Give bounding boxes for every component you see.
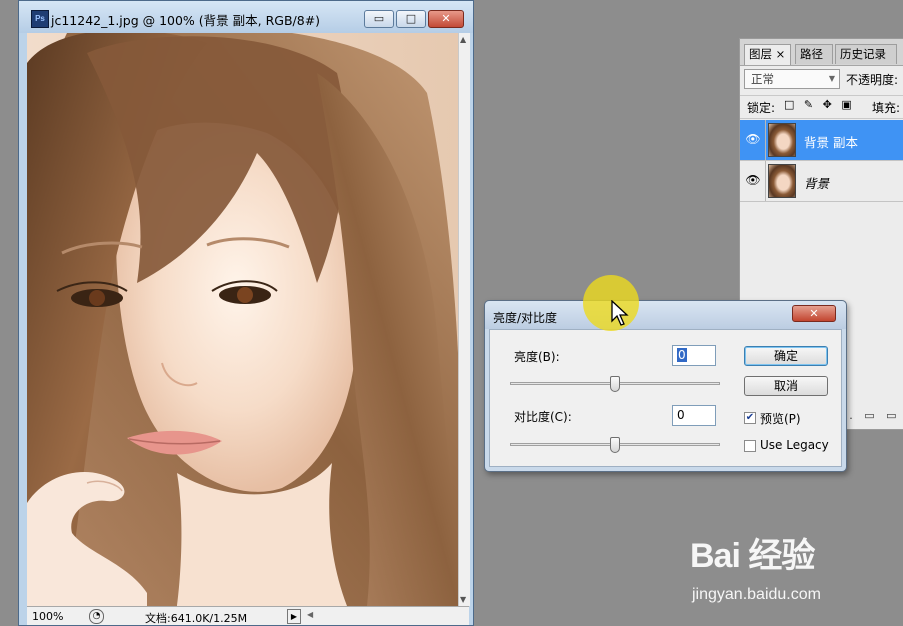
maximize-button[interactable]: □ [396, 10, 426, 28]
mouse-cursor-icon [611, 300, 629, 326]
cancel-button[interactable]: 取消 [744, 376, 828, 396]
lock-options-icon[interactable]: □ ✎ ✥ ▣ [784, 98, 855, 111]
image-canvas[interactable] [27, 33, 458, 606]
baidu-watermark: Bai 经验 jingyan.baidu.com [690, 528, 890, 608]
tab-paths[interactable]: 路径 [795, 44, 833, 64]
blend-mode-select[interactable]: 正常 ▼ [744, 69, 840, 89]
lock-label: 锁定: [747, 101, 776, 115]
zoom-level[interactable]: 100% [32, 610, 63, 623]
layer-thumbnail [768, 123, 796, 157]
tab-history[interactable]: 历史记录 [835, 44, 897, 64]
brightness-contrast-dialog: 亮度/对比度 ✕ 亮度(B): 0 对比度(C): 0 确定 取消 ✔ 预览(P… [484, 300, 847, 472]
minimize-button[interactable]: ▭ [364, 10, 394, 28]
scroll-left-icon[interactable]: ◀ [307, 610, 313, 619]
watermark-url: jingyan.baidu.com [692, 586, 821, 603]
watermark-brand: Bai 经验 [690, 537, 815, 575]
preview-label: 预览(P) [760, 412, 801, 426]
opacity-label: 不透明度: [846, 73, 899, 87]
dialog-close-button[interactable]: ✕ [792, 305, 836, 322]
layer-name: 背景 [804, 176, 830, 191]
layer-row-background[interactable]: 👁 背景 [740, 161, 903, 202]
document-title-bar[interactable]: Ps jc11242_1.jpg @ 100% (背景 副本, RGB/8#) … [19, 1, 473, 33]
brightness-value: 0 [677, 348, 687, 362]
dialog-body: 亮度(B): 0 对比度(C): 0 确定 取消 ✔ 预览(P) Use Leg… [489, 329, 842, 467]
tab-layers[interactable]: 图层 × [744, 44, 791, 65]
brightness-input[interactable]: 0 [672, 345, 716, 366]
brightness-label: 亮度(B): [514, 350, 560, 364]
portrait-photo [27, 33, 458, 606]
eye-icon[interactable]: 👁 [744, 132, 762, 146]
document-title: jc11242_1.jpg @ 100% (背景 副本, RGB/8#) [51, 13, 321, 28]
status-info-icon[interactable]: ◔ [89, 609, 104, 624]
scroll-down-icon[interactable]: ▼ [460, 595, 466, 604]
contrast-value: 0 [677, 408, 685, 422]
brightness-slider-handle[interactable] [610, 376, 620, 392]
layer-name: 背景 副本 [804, 135, 858, 150]
contrast-slider-handle[interactable] [610, 437, 620, 453]
close-button[interactable]: ✕ [428, 10, 464, 28]
divider [765, 161, 766, 201]
contrast-input[interactable]: 0 [672, 405, 716, 426]
layer-row-background-copy[interactable]: 👁 背景 副本 [740, 120, 903, 161]
use-legacy-checkbox[interactable] [744, 440, 756, 452]
status-bar: 100% ◔ 文档:641.0K/1.25M ▶ ◀ [27, 606, 469, 625]
contrast-label: 对比度(C): [514, 410, 572, 424]
divider [765, 120, 766, 160]
lock-row: 锁定: □ ✎ ✥ ▣ 填充: [740, 95, 903, 119]
document-window: Ps jc11242_1.jpg @ 100% (背景 副本, RGB/8#) … [18, 0, 474, 626]
layer-thumbnail [768, 164, 796, 198]
use-legacy-label: Use Legacy [760, 438, 829, 452]
status-menu-arrow-icon[interactable]: ▶ [287, 609, 301, 624]
dialog-title: 亮度/对比度 [493, 311, 558, 325]
dialog-title-bar[interactable]: 亮度/对比度 ✕ [485, 301, 846, 329]
ok-button[interactable]: 确定 [744, 346, 828, 366]
chevron-down-icon: ▼ [828, 74, 835, 83]
vertical-scrollbar[interactable]: ▲ ▼ [458, 33, 470, 606]
panel-tabs: 图层 × 路径 历史记录 [740, 39, 903, 66]
fill-label: 填充: [872, 101, 901, 115]
preview-checkbox[interactable]: ✔ [744, 412, 756, 424]
scroll-up-icon[interactable]: ▲ [460, 35, 466, 44]
photoshop-icon: Ps [31, 10, 49, 28]
blend-mode-value: 正常 [751, 72, 774, 86]
document-info: 文档:641.0K/1.25M [145, 612, 248, 625]
eye-icon[interactable]: 👁 [744, 173, 762, 187]
